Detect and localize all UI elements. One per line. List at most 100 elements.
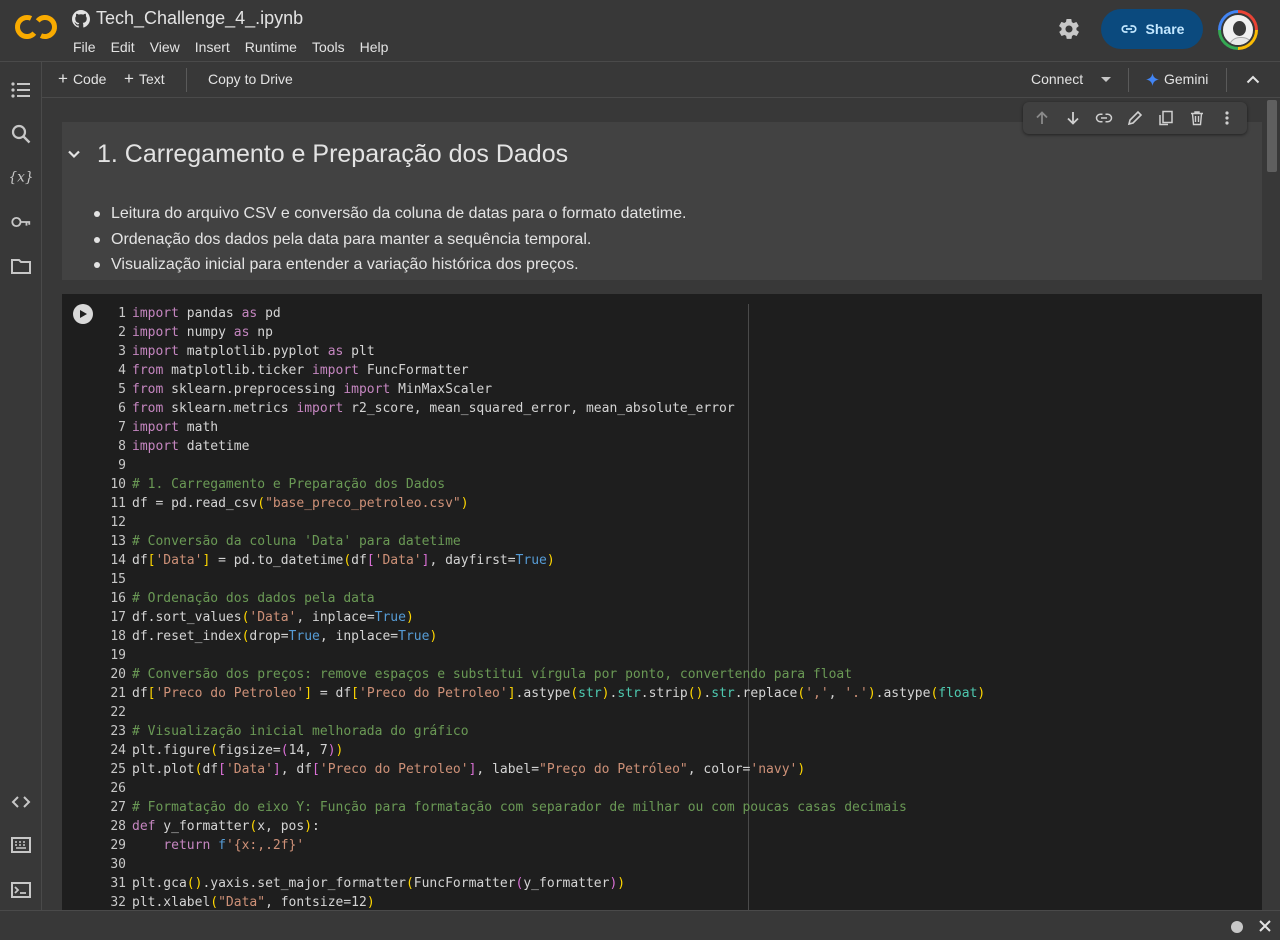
status-bar — [0, 910, 1280, 940]
line-number: 21 — [110, 686, 126, 701]
chevron-down-icon[interactable] — [1100, 76, 1112, 84]
code-line[interactable]: 27 # Formatação do eixo Y: Função para fo… — [100, 798, 985, 817]
arrow-down-icon[interactable] — [1062, 107, 1084, 129]
copy-to-drive-button[interactable]: Copy to Drive — [208, 71, 293, 87]
link-icon[interactable] — [1093, 107, 1115, 129]
code-line[interactable]: 23 # Visualização inicial melhorada do gr… — [100, 722, 985, 741]
code-line[interactable]: 1 import pandas as pd — [100, 304, 985, 323]
toolbar-divider — [1128, 68, 1129, 92]
list-item: Visualização inicial para entender a var… — [92, 252, 686, 278]
delete-icon[interactable] — [1186, 107, 1208, 129]
plus-icon: + — [124, 69, 134, 88]
code-line[interactable]: 12 — [100, 513, 985, 532]
code-line[interactable]: 2 import numpy as np — [100, 323, 985, 342]
code-line[interactable]: 22 — [100, 703, 985, 722]
code-line[interactable]: 19 — [100, 646, 985, 665]
gemini-label: Gemini — [1164, 71, 1209, 87]
code-line[interactable]: 28 def y_formatter(x, pos): — [100, 817, 985, 836]
menu-tools[interactable]: Tools — [312, 39, 345, 55]
close-icon[interactable] — [1257, 918, 1273, 934]
menu-runtime[interactable]: Runtime — [245, 39, 297, 55]
code-line[interactable]: 30 — [100, 855, 985, 874]
code-line[interactable]: 7 import math — [100, 418, 985, 437]
line-number: 8 — [118, 439, 126, 454]
svg-text:{x}: {x} — [10, 170, 32, 186]
terminal-icon[interactable] — [10, 879, 32, 901]
gemini-sparkle-icon — [1146, 72, 1159, 86]
code-line[interactable]: 29 return f'{x:,.2f}' — [100, 836, 985, 855]
list-item: Leitura do arquivo CSV e conversão da co… — [92, 201, 686, 227]
code-snippets-icon[interactable] — [10, 791, 32, 813]
code-line[interactable]: 21 df['Preco do Petroleo'] = df['Preco do… — [100, 684, 985, 703]
code-line[interactable]: 4 from matplotlib.ticker import FuncForma… — [100, 361, 985, 380]
avatar-photo — [1221, 13, 1255, 47]
line-number: 23 — [110, 724, 126, 739]
code-line[interactable]: 15 — [100, 570, 985, 589]
code-line[interactable]: 18 df.reset_index(drop=True, inplace=True… — [100, 627, 985, 646]
code-line[interactable]: 14 df['Data'] = pd.to_datetime(df['Data']… — [100, 551, 985, 570]
mirror-cell-icon[interactable] — [1155, 107, 1177, 129]
code-editor[interactable]: 1 import pandas as pd 2 import numpy as np 3… — [100, 304, 985, 912]
menu-view[interactable]: View — [150, 39, 180, 55]
gemini-button[interactable]: Gemini — [1146, 71, 1208, 87]
line-number: 24 — [110, 743, 126, 758]
connect-button[interactable]: Connect — [1031, 71, 1083, 87]
collapse-section-icon[interactable] — [66, 146, 82, 162]
code-line[interactable]: 3 import matplotlib.pyplot as plt — [100, 342, 985, 361]
folder-icon[interactable] — [10, 255, 32, 277]
command-palette-icon[interactable] — [10, 834, 32, 856]
line-number: 9 — [118, 458, 126, 473]
code-line[interactable]: 26 — [100, 779, 985, 798]
code-line[interactable]: 13 # Conversão da coluna 'Data' para date… — [100, 532, 985, 551]
notebook-title[interactable]: Tech_Challenge_4_.ipynb — [96, 8, 303, 29]
code-line[interactable]: 9 — [100, 456, 985, 475]
line-number: 25 — [110, 762, 126, 777]
menu-bar: File Edit View Insert Runtime Tools Help — [73, 39, 388, 55]
line-number: 4 — [118, 363, 126, 378]
colab-logo[interactable] — [14, 12, 58, 42]
toc-icon[interactable] — [10, 79, 32, 101]
gear-icon[interactable] — [1057, 17, 1081, 41]
key-icon[interactable] — [10, 211, 32, 233]
left-rail: {x} — [0, 62, 42, 910]
line-number: 20 — [110, 667, 126, 682]
line-number: 16 — [110, 591, 126, 606]
line-number: 26 — [110, 781, 126, 796]
arrow-up-icon[interactable] — [1031, 107, 1053, 129]
share-button[interactable]: Share — [1101, 9, 1203, 49]
code-line[interactable]: 10 # 1. Carregamento e Preparação dos Dad… — [100, 475, 985, 494]
add-text-button[interactable]: + Text — [124, 69, 165, 88]
code-line[interactable]: 6 from sklearn.metrics import r2_score, m… — [100, 399, 985, 418]
code-line[interactable]: 31 plt.gca().yaxis.set_major_formatter(Fu… — [100, 874, 985, 893]
run-cell-button[interactable] — [73, 304, 93, 324]
chevron-up-icon[interactable] — [1246, 74, 1260, 84]
code-line[interactable]: 5 from sklearn.preprocessing import MinMa… — [100, 380, 985, 399]
code-line[interactable]: 8 import datetime — [100, 437, 985, 456]
code-line[interactable]: 17 df.sort_values('Data', inplace=True) — [100, 608, 985, 627]
code-line[interactable]: 16 # Ordenação dos dados pela data — [100, 589, 985, 608]
menu-help[interactable]: Help — [360, 39, 389, 55]
line-number: 5 — [118, 382, 126, 397]
line-number: 14 — [110, 553, 126, 568]
more-icon[interactable] — [1216, 107, 1238, 129]
add-code-button[interactable]: + Code — [58, 69, 107, 88]
code-line[interactable]: 25 plt.plot(df['Data'], df['Preco do Petr… — [100, 760, 985, 779]
menu-edit[interactable]: Edit — [111, 39, 135, 55]
code-line[interactable]: 20 # Conversão dos preços: remove espaços… — [100, 665, 985, 684]
code-line[interactable]: 24 plt.figure(figsize=(14, 7)) — [100, 741, 985, 760]
add-code-label: Code — [72, 71, 107, 87]
plus-icon: + — [58, 69, 68, 88]
line-number: 12 — [110, 515, 126, 530]
line-number: 29 — [110, 838, 126, 853]
search-icon[interactable] — [10, 123, 32, 145]
account-avatar[interactable] — [1218, 10, 1258, 50]
scrollbar-thumb[interactable] — [1267, 100, 1277, 172]
menu-insert[interactable]: Insert — [195, 39, 230, 55]
variables-icon[interactable]: {x} — [10, 166, 32, 188]
code-line[interactable]: 11 df = pd.read_csv("base_preco_petroleo.… — [100, 494, 985, 513]
line-number: 13 — [110, 534, 126, 549]
line-number: 31 — [110, 876, 126, 891]
runtime-status-icon[interactable] — [1231, 921, 1243, 933]
menu-file[interactable]: File — [73, 39, 96, 55]
edit-icon[interactable] — [1124, 107, 1146, 129]
